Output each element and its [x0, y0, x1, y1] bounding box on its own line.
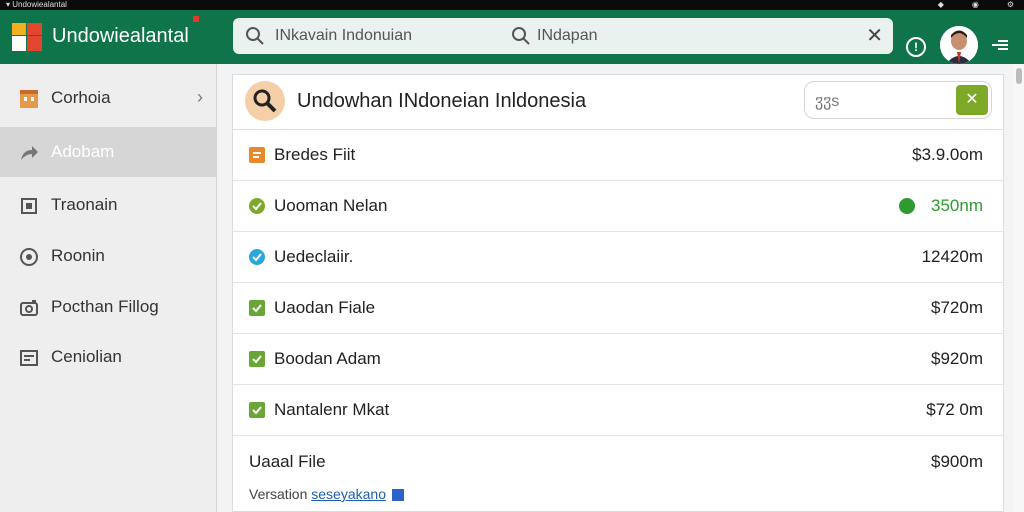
app-logo-icon [12, 23, 42, 51]
sidebar-item-5[interactable]: Ceniolian [0, 332, 217, 382]
panel-title: Undowhan INdoneian Inldonesia [297, 90, 587, 112]
item-name: Uaodan Fiale [274, 298, 376, 317]
search-input[interactable]: INkavain Indonuian INdapan ✕ [233, 18, 893, 54]
info-icon[interactable]: ! [906, 37, 926, 57]
version-link[interactable]: seseyakano [311, 486, 386, 502]
list-item[interactable]: Uaaal File $900m Versation seseyakano [233, 436, 1003, 512]
sidebar-item-0[interactable]: Corhoia › [0, 73, 217, 123]
item-name: Uooman Nelan [274, 196, 388, 215]
status-check-icon [899, 198, 915, 214]
building-icon [20, 90, 38, 108]
list-item[interactable]: Nantalenr Mkat $72 0m [233, 385, 1003, 436]
item-value: $3.9.0om [912, 145, 983, 164]
green-square-icon [249, 402, 265, 418]
notification-dot-icon [193, 16, 199, 22]
item-name: Boodan Adam [274, 349, 381, 368]
circle-icon [20, 248, 38, 266]
item-name: Bredes Fiit [274, 145, 356, 164]
sidebar-item-2[interactable]: Traonain [0, 180, 217, 230]
version-label: Versation [249, 486, 308, 502]
avatar-image [940, 26, 978, 64]
results-panel: Undowhan INdoneian Inldonesia ჳჳs ✕ Bred… [232, 74, 1004, 512]
sidebar-item-label: Corhoia [51, 88, 111, 107]
close-icon[interactable]: ✕ [956, 85, 988, 115]
wifi-icon: ◉ [971, 0, 979, 9]
filter-input[interactable]: ჳჳs ✕ [804, 81, 992, 119]
list-item[interactable]: Uooman Nelan 350nm [233, 181, 1003, 232]
status-text: ▾ Undowiealantal [6, 0, 67, 9]
item-value: 350nm [931, 196, 983, 215]
orange-square-icon [249, 147, 265, 163]
sidebar-item-label: Ceniolian [51, 347, 122, 366]
item-value: $920m [931, 349, 983, 368]
search-query: INkavain Indonuian [275, 27, 412, 44]
item-name: Nantalenr Mkat [274, 400, 390, 419]
sidebar-item-4[interactable]: Pocthan Fillog [0, 282, 217, 332]
scrollbar[interactable] [1013, 64, 1024, 512]
search-icon [246, 27, 264, 45]
green-square-icon [249, 351, 265, 367]
sidebar-item-1[interactable]: Adobam [0, 127, 217, 177]
chevron-right-icon: › [197, 87, 203, 107]
item-value: $72 0m [926, 400, 983, 419]
version-info: Versation seseyakano [249, 486, 404, 502]
menu-icon[interactable] [990, 37, 1010, 53]
camera-icon [20, 300, 38, 316]
app-bar: Undowiealantal INkavain Indonuian INdapa… [0, 10, 1024, 64]
app-title: Undowiealantal [52, 25, 189, 47]
avatar[interactable] [940, 26, 978, 64]
system-status-bar: ▾ Undowiealantal ◆ ◉ ⚙ [0, 0, 1024, 10]
list-item[interactable]: Bredes Fiit $3.9.0om [233, 130, 1003, 181]
search-secondary-text: INdapan [537, 27, 598, 44]
item-value: $720m [931, 298, 983, 317]
scrollbar-thumb[interactable] [1016, 68, 1022, 84]
sidebar-item-label: Pocthan Fillog [51, 297, 159, 316]
sidebar-item-label: Traonain [51, 195, 118, 214]
sidebar: Corhoia › Adobam Traonain Roonin Pocthan… [0, 64, 217, 512]
search-icon [512, 27, 530, 45]
sidebar-item-label: Roonin [51, 246, 105, 265]
sidebar-item-label: Adobam [51, 142, 115, 161]
list-item[interactable]: Uaodan Fiale $720m [233, 283, 1003, 334]
list-item[interactable]: Uedeclaiir. 12420m [233, 232, 1003, 283]
external-link-icon[interactable] [391, 489, 404, 502]
filter-input-text: ჳჳs [815, 93, 840, 110]
item-value: $900m [931, 452, 983, 471]
panel-header: Undowhan INdoneian Inldonesia ჳჳs ✕ [233, 75, 1003, 130]
search-icon [245, 81, 285, 121]
green-check-icon [249, 198, 265, 214]
settings-icon: ⚙ [1006, 0, 1014, 9]
square-icon [21, 198, 37, 214]
item-name: Uaaal File [249, 452, 326, 471]
share-icon [21, 146, 38, 160]
list-item[interactable]: Boodan Adam $920m [233, 334, 1003, 385]
item-name: Uedeclaiir. [274, 247, 354, 266]
blue-check-icon [249, 249, 265, 265]
item-value: 12420m [921, 247, 983, 266]
sidebar-item-3[interactable]: Roonin [0, 231, 217, 281]
card-icon [20, 350, 38, 366]
green-square-icon [249, 300, 265, 316]
location-icon: ◆ [937, 0, 944, 9]
clear-search-icon[interactable]: ✕ [866, 25, 883, 47]
